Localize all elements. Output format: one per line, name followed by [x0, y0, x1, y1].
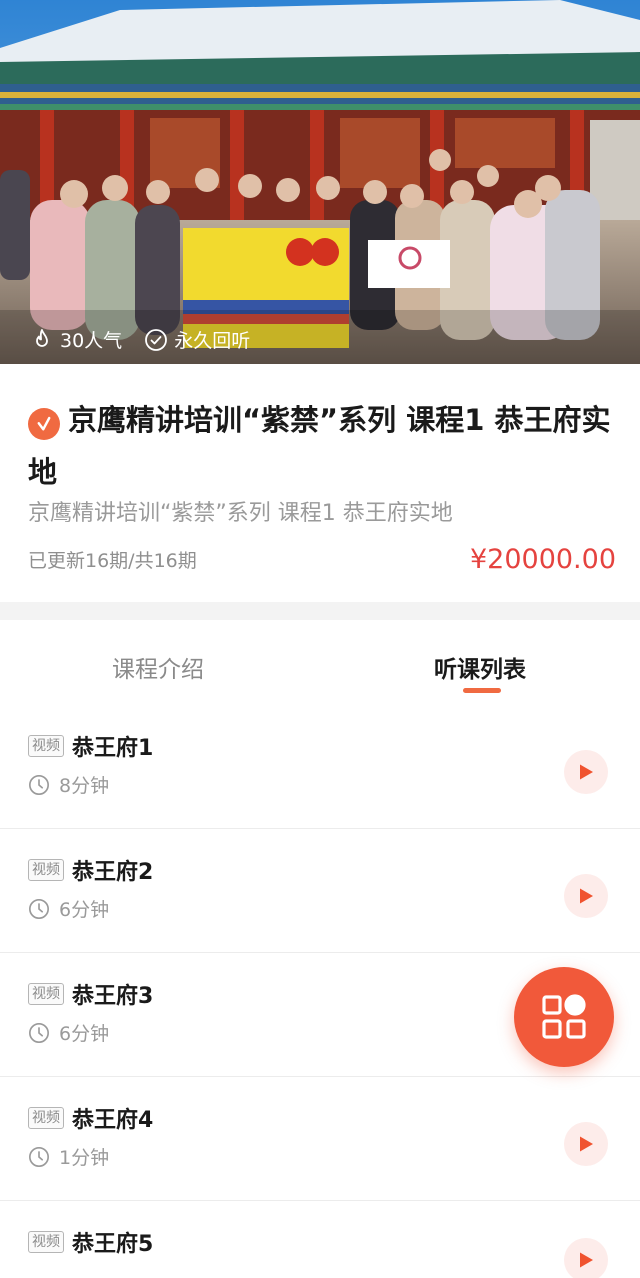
video-tag: 视频 — [28, 983, 64, 1005]
flame-icon — [30, 328, 54, 352]
lesson-title: 恭王府5 — [72, 1232, 154, 1257]
lesson-duration: 1分钟 — [59, 1147, 110, 1169]
course-cover-photo: 30人气 永久回听 — [0, 0, 640, 364]
check-circle-icon — [144, 328, 168, 352]
play-icon — [580, 1252, 593, 1268]
course-price: ¥20000.00 — [469, 544, 616, 575]
video-tag: 视频 — [28, 735, 64, 757]
section-divider — [0, 602, 640, 620]
lesson-item[interactable]: 视频 恭王府1 8分钟 — [0, 705, 640, 829]
replay-text: 永久回听 — [174, 330, 251, 352]
lesson-duration: 8分钟 — [59, 775, 110, 797]
tab-lesson-list[interactable]: 听课列表 — [434, 650, 526, 684]
clock-icon — [28, 1022, 50, 1044]
lesson-title: 恭王府3 — [72, 984, 154, 1009]
course-info: 京鹰精讲培训“紫禁”系列 课程1 恭王府实地 京鹰精讲培训“紫禁”系列 课程1 … — [0, 364, 640, 602]
tab-course-intro[interactable]: 课程介绍 — [112, 650, 204, 684]
clock-icon — [28, 774, 50, 796]
video-tag: 视频 — [28, 1231, 64, 1253]
lesson-title: 恭王府2 — [72, 860, 154, 885]
lesson-duration: 6分钟 — [59, 1023, 110, 1045]
verified-check-icon — [28, 408, 60, 440]
lesson-duration: 6分钟 — [59, 899, 110, 921]
clock-icon — [28, 898, 50, 920]
play-icon — [580, 764, 593, 780]
lesson-item[interactable]: 视频 恭王府2 6分钟 — [0, 829, 640, 953]
course-title-text: 京鹰精讲培训“紫禁”系列 课程1 恭王府实地 — [28, 403, 611, 489]
menu-fab-button[interactable] — [514, 967, 614, 1067]
update-count: 已更新16期/共16期 — [28, 550, 197, 572]
clock-icon — [28, 1146, 50, 1168]
grid-apps-icon — [542, 994, 586, 1039]
popularity-stat: 30人气 — [30, 326, 122, 353]
video-tag: 视频 — [28, 1107, 64, 1129]
play-button[interactable] — [564, 1122, 608, 1166]
lesson-item[interactable]: 视频 恭王府4 1分钟 — [0, 1077, 640, 1201]
play-button[interactable] — [564, 1238, 608, 1278]
popularity-text: 30人气 — [60, 330, 123, 352]
play-button[interactable] — [564, 750, 608, 794]
course-tabs: 课程介绍 听课列表 — [0, 620, 640, 704]
course-subtitle: 京鹰精讲培训“紫禁”系列 课程1 恭王府实地 — [28, 501, 453, 526]
video-tag: 视频 — [28, 859, 64, 881]
active-tab-indicator — [463, 688, 501, 693]
play-button[interactable] — [564, 874, 608, 918]
replay-stat: 永久回听 — [144, 326, 250, 353]
lesson-title: 恭王府4 — [72, 1108, 154, 1133]
lesson-title: 恭王府1 — [72, 736, 154, 761]
course-title: 京鹰精讲培训“紫禁”系列 课程1 恭王府实地 — [28, 394, 618, 498]
lesson-item[interactable]: 视频 恭王府5 — [0, 1201, 640, 1278]
play-icon — [580, 888, 593, 904]
play-icon — [580, 1136, 593, 1152]
